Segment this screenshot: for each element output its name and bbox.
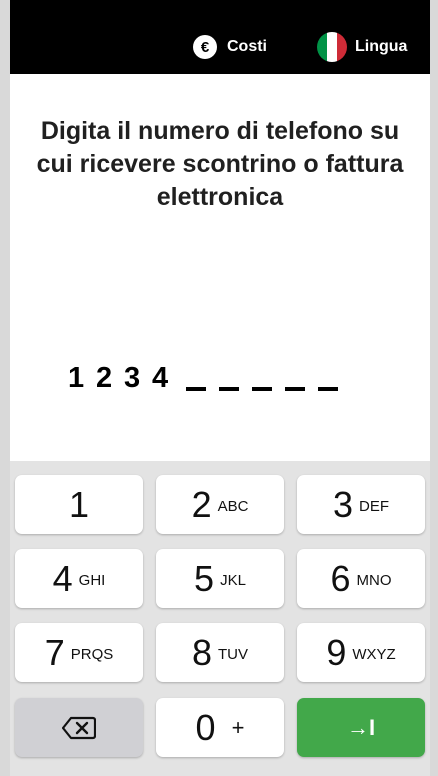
key-digit: 3: [332, 483, 354, 525]
key-digit: 9: [326, 631, 347, 673]
empty-digit-slot: [186, 387, 206, 391]
empty-digit-slot: [219, 387, 239, 391]
entered-digit: 2: [96, 362, 113, 394]
empty-digit-slot: [252, 387, 272, 391]
phone-entry-screen: € Costi Lingua Digita il numero di telef…: [10, 0, 430, 776]
key-digit: 4: [52, 557, 73, 599]
key-2[interactable]: 2 ABC: [156, 475, 284, 534]
key-0[interactable]: 0 +: [156, 698, 284, 757]
italian-flag-icon: [317, 32, 347, 62]
entered-digit: 4: [152, 362, 169, 394]
key-letters: TUV: [218, 646, 249, 663]
key-letters: ABC: [217, 498, 249, 515]
key-digit: 8: [191, 631, 213, 673]
confirm-button[interactable]: →I: [297, 698, 425, 757]
instruction-text: Digita il numero di telefono su cui rice…: [36, 117, 404, 211]
tab-arrow-icon: →I: [346, 714, 376, 740]
key-digit: 1: [68, 483, 90, 525]
key-letters: WXYZ: [352, 646, 396, 663]
key-3[interactable]: 3 DEF: [297, 475, 425, 534]
key-digit: 2: [191, 483, 212, 525]
empty-digit-slot: [285, 387, 305, 391]
key-letters: MNO: [356, 572, 392, 589]
top-bar: € Costi Lingua: [10, 0, 430, 74]
key-letters: GHI: [78, 572, 106, 589]
entered-digit: 3: [124, 362, 141, 394]
costs-button[interactable]: € Costi: [193, 33, 267, 61]
phone-number-display: 1 2 3 4: [68, 335, 351, 395]
key-4[interactable]: 4 GHI: [15, 549, 143, 608]
backspace-button[interactable]: [15, 698, 143, 757]
key-digit: 7: [44, 631, 65, 673]
entered-digit: 1: [68, 362, 85, 394]
key-letters: DEF: [359, 498, 390, 515]
key-digit: 5: [194, 557, 215, 599]
key-letters: PRQS: [70, 646, 114, 663]
numeric-keypad: 1 2 ABC 3 DEF 4 GHI 5 JKL 6 MNO 7 PRQS 8…: [10, 461, 430, 776]
empty-digit-slot: [318, 387, 338, 391]
key-9[interactable]: 9 WXYZ: [297, 623, 425, 682]
key-letters: JKL: [220, 572, 246, 589]
key-digit: 0: [195, 706, 216, 748]
key-6[interactable]: 6 MNO: [297, 549, 425, 608]
euro-icon: €: [193, 35, 217, 59]
key-digit: 6: [330, 557, 351, 599]
key-plus: +: [231, 714, 245, 740]
backspace-icon: [62, 716, 96, 739]
language-button[interactable]: Lingua: [317, 32, 408, 62]
language-label: Lingua: [355, 38, 408, 55]
empty-digit-slots: [186, 335, 351, 395]
key-1[interactable]: 1: [15, 475, 143, 534]
key-7[interactable]: 7 PRQS: [15, 623, 143, 682]
costs-label: Costi: [227, 38, 267, 55]
key-8[interactable]: 8 TUV: [156, 623, 284, 682]
key-5[interactable]: 5 JKL: [156, 549, 284, 608]
